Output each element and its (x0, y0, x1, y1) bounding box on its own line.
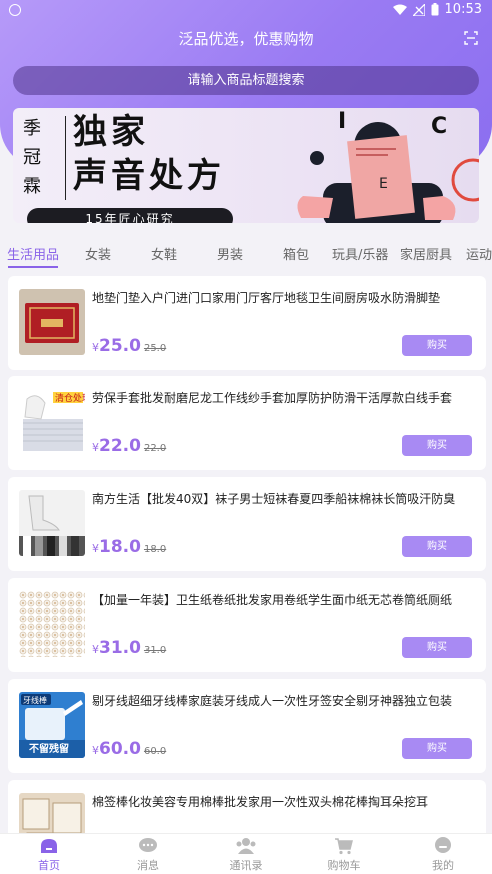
buy-button[interactable]: 购买 (402, 335, 472, 356)
product-card[interactable]: 南方生活【批发40双】袜子男士短袜春夏四季船袜棉袜长筒吸汗防臭 ¥18.0 18.… (8, 477, 486, 571)
svg-text:E: E (379, 176, 388, 192)
banner-side-text: 季 冠 霖 (23, 118, 41, 197)
product-thumbnail (19, 591, 85, 657)
product-thumbnail (19, 289, 85, 355)
original-price: 18.0 (143, 544, 167, 555)
page-title: 泛品优选，优惠购物 (178, 30, 314, 48)
svg-text:不留残留: 不留残留 (29, 742, 69, 755)
tab-home-kitchen[interactable]: 家居厨具 (400, 244, 452, 263)
buy-button[interactable]: 购买 (402, 435, 472, 456)
nav-home[interactable]: 首页 (19, 837, 79, 873)
bottom-navigation: 首页 消息 通讯录 购物车 我的 (0, 833, 492, 874)
buy-button[interactable]: 购买 (402, 738, 472, 759)
product-name: 【加量一年装】卫生纸卷纸批发家用卷纸学生面巾纸无芯卷筒纸厕纸 (92, 593, 453, 607)
product-name: 劳保手套批发耐磨尼龙工作线纱手套加厚防护防滑干活厚款白线手套 (92, 391, 453, 405)
clock-time: 10:53 (444, 2, 482, 17)
product-thumbnail: 清仓处理 (19, 389, 85, 455)
product-list: 地垫门垫入户门进门口家用门厅客厅地毯卫生间厨房吸水防滑脚垫 ¥25.0 25.0 … (8, 276, 486, 833)
product-price: ¥22.0 22.0 (92, 436, 167, 456)
promo-banner[interactable]: 季 冠 霖 独家 声音处方 15年匠心研究 E I C (13, 108, 479, 223)
banner-pill: 15年匠心研究 (27, 208, 233, 223)
product-name: 南方生活【批发40双】袜子男士短袜春夏四季船袜棉袜长筒吸汗防臭 (92, 492, 456, 506)
status-bar: 10:53 (0, 0, 492, 22)
profile-icon (435, 837, 451, 853)
original-price: 25.0 (143, 343, 167, 354)
nav-messages[interactable]: 消息 (118, 837, 178, 873)
notification-icon (9, 4, 21, 16)
tab-mens-clothing[interactable]: 男装 (217, 244, 243, 263)
product-name: 剔牙线超细牙线棒家庭装牙线成人一次性牙签安全剔牙神器独立包装 (92, 694, 453, 708)
product-card[interactable]: 地垫门垫入户门进门口家用门厅客厅地毯卫生间厨房吸水防滑脚垫 ¥25.0 25.0 … (8, 276, 486, 370)
product-card[interactable]: 【加量一年装】卫生纸卷纸批发家用卷纸学生面巾纸无芯卷筒纸厕纸 ¥31.0 31.0… (8, 578, 486, 672)
product-name: 地垫门垫入户门进门口家用门厅客厅地毯卫生间厨房吸水防滑脚垫 (92, 291, 441, 305)
category-tabs: 生活用品 女装 女鞋 男装 箱包 玩具/乐器 家居厨具 运动 (0, 238, 492, 270)
product-card[interactable]: 清仓处理 劳保手套批发耐磨尼龙工作线纱手套加厚防护防滑干活厚款白线手套 ¥22.… (8, 376, 486, 470)
product-card[interactable]: 棉签棒化妆美容专用棉棒批发家用一次性双头棉花棒掏耳朵挖耳 (8, 780, 486, 833)
product-thumbnail (19, 490, 85, 556)
wifi-icon (392, 4, 407, 15)
home-icon (41, 839, 57, 853)
original-price: 22.0 (143, 443, 167, 454)
product-price: ¥18.0 18.0 (92, 537, 167, 557)
chat-bubble-icon (139, 838, 157, 852)
signal-icon (412, 3, 425, 16)
cart-icon (335, 838, 353, 855)
product-price: ¥60.0 60.0 (92, 739, 167, 759)
nav-contacts[interactable]: 通讯录 (216, 837, 276, 873)
banner-illustration: E I C (297, 109, 479, 223)
tab-womens-shoes[interactable]: 女鞋 (151, 244, 177, 263)
buy-button[interactable]: 购买 (402, 637, 472, 658)
product-price: ¥31.0 31.0 (92, 638, 167, 658)
original-price: 31.0 (143, 645, 167, 656)
scan-icon[interactable] (464, 31, 478, 45)
contacts-icon (236, 838, 256, 854)
buy-button[interactable]: 购买 (402, 536, 472, 557)
svg-text:C: C (431, 114, 447, 139)
active-tab-indicator (8, 266, 58, 268)
tab-womens-clothing[interactable]: 女装 (85, 244, 111, 263)
product-name: 棉签棒化妆美容专用棉棒批发家用一次性双头棉花棒掏耳朵挖耳 (92, 795, 429, 809)
original-price: 60.0 (143, 746, 167, 757)
tab-toys-instruments[interactable]: 玩具/乐器 (332, 244, 388, 263)
product-thumbnail: 牙线棒 不留残留 (19, 692, 85, 758)
search-input[interactable]: 请输入商品标题搜索 (13, 66, 479, 95)
hero-header: 10:53 泛品优选，优惠购物 请输入商品标题搜索 季 冠 霖 独家 声音处方 … (0, 0, 492, 238)
svg-text:清仓处理: 清仓处理 (55, 392, 85, 404)
banner-headline: 独家 声音处方 (73, 112, 225, 196)
battery-icon (431, 3, 439, 16)
product-thumbnail (19, 793, 85, 833)
nav-profile[interactable]: 我的 (413, 837, 473, 873)
product-price: ¥25.0 25.0 (92, 336, 167, 356)
tab-sports[interactable]: 运动 (466, 244, 492, 263)
svg-text:牙线棒: 牙线棒 (23, 695, 47, 705)
svg-text:I: I (338, 109, 346, 134)
nav-cart[interactable]: 购物车 (314, 837, 374, 873)
tab-daily-goods[interactable]: 生活用品 (7, 244, 59, 263)
product-card[interactable]: 牙线棒 不留残留 剔牙线超细牙线棒家庭装牙线成人一次性牙签安全剔牙神器独立包装 … (8, 679, 486, 773)
tab-bags[interactable]: 箱包 (283, 244, 309, 263)
